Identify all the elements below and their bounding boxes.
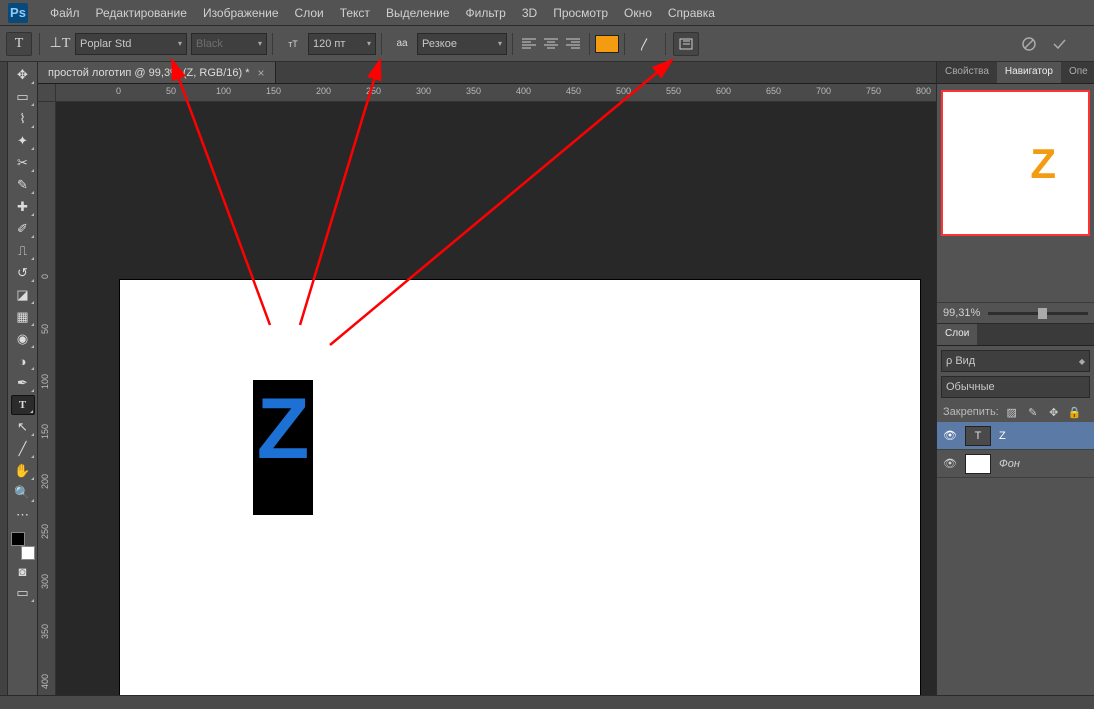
menu-select[interactable]: Выделение [378,2,458,24]
text-layer-box[interactable]: Z [253,380,313,515]
tab-navigator[interactable]: Навигатор [997,62,1061,83]
tool-brush[interactable]: ✐ [11,219,35,239]
layer-name: Фон [999,458,1020,470]
tool-zoom[interactable]: 🔍 [11,483,35,503]
tool-crop[interactable]: ✂ [11,153,35,173]
menu-text[interactable]: Текст [332,2,378,24]
antialias-icon: aа [389,32,415,56]
tab-ops[interactable]: Опе [1061,62,1094,83]
tool-hand[interactable]: ✋ [11,461,35,481]
tool-history[interactable]: ↺ [11,263,35,283]
blend-label: Обычные [946,381,995,393]
cancel-icon[interactable] [1016,32,1042,56]
tool-screenmode[interactable]: ▭ [11,583,35,603]
align-left-icon[interactable] [518,33,540,55]
lock-position-icon[interactable]: ✥ [1046,404,1062,420]
tool-quickmask[interactable]: ◙ [11,561,35,581]
kind-label: Вид [955,355,975,367]
menu-layers[interactable]: Слои [287,2,332,24]
lock-pixels-icon[interactable]: ✎ [1025,404,1041,420]
warp-text-icon[interactable]: 〳 [632,32,658,56]
ruler-horizontal[interactable]: 0501001502002503003504004505005506006507… [56,84,936,102]
menu-view[interactable]: Просмотр [545,2,616,24]
font-family-value: Poplar Std [80,38,131,50]
antialias-value: Резкое [422,38,457,50]
menu-file[interactable]: Файл [42,2,88,24]
chevron-down-icon: ▾ [367,39,371,48]
document-tab-title: простой логотип @ 99,3% (Z, RGB/16) * [48,67,250,79]
layer-thumb-bg [965,454,991,474]
tool-shape[interactable]: ╱ [11,439,35,459]
menu-help[interactable]: Справка [660,2,723,24]
layer-row[interactable]: 👁 Фон [937,450,1094,478]
ruler-vertical[interactable]: 050100150200250300350400 [38,102,56,695]
align-right-icon[interactable] [562,33,584,55]
text-orientation-icon[interactable]: ⊥T [47,32,73,56]
tool-stamp[interactable]: ⎍ [11,241,35,261]
app-logo[interactable]: Ps [8,3,28,23]
color-fgbg[interactable] [11,532,35,560]
font-size-select[interactable]: 120 пт ▾ [308,33,376,55]
font-size-icon: тT [280,32,306,56]
artboard[interactable]: Z [120,280,920,695]
tool-more[interactable]: ⋯ [11,505,35,525]
lock-label: Закрепить: [943,406,999,418]
menu-filter[interactable]: Фильтр [458,2,514,24]
lock-transparent-icon[interactable]: ▨ [1004,404,1020,420]
tool-eraser[interactable]: ◪ [11,285,35,305]
tool-wand[interactable]: ✦ [11,131,35,151]
navigator-letter: Z [1030,140,1056,188]
menu-window[interactable]: Окно [616,2,660,24]
commit-icon[interactable] [1046,32,1072,56]
menu-edit[interactable]: Редактирование [88,2,195,24]
visibility-icon[interactable]: 👁 [943,429,957,442]
tool-preset-icon[interactable]: T [6,32,32,56]
tool-blur[interactable]: ◉ [11,329,35,349]
antialias-select[interactable]: Резкое ▾ [417,33,507,55]
canvas-area: простой логотип @ 99,3% (Z, RGB/16) * × … [38,62,936,695]
zoom-level[interactable]: 99,31% [943,307,980,319]
tools-panel: ✥ ▭ ⌇ ✦ ✂ ✎ ✚ ✐ ⎍ ↺ ◪ ▦ ◉ ◑ ✒ T ↖ ╱ ✋ 🔍 … [8,62,38,695]
layer-thumb-text: T [965,426,991,446]
menu-3d[interactable]: 3D [514,2,545,24]
character-panel-icon[interactable] [673,32,699,56]
lock-all-icon[interactable]: 🔒 [1067,404,1083,420]
canvas-letter: Z [257,386,310,472]
font-style-select[interactable]: Black ▾ [191,33,267,55]
close-icon[interactable]: × [258,66,265,80]
chevron-down-icon: ▾ [498,39,502,48]
font-family-select[interactable]: Poplar Std ▾ [75,33,187,55]
navigator-thumbnail[interactable]: Z [941,90,1090,236]
text-color-swatch[interactable] [595,35,619,53]
document-tab[interactable]: простой логотип @ 99,3% (Z, RGB/16) * × [38,62,276,83]
tool-marquee[interactable]: ▭ [11,87,35,107]
visibility-icon[interactable]: 👁 [943,457,957,470]
layer-kind-select[interactable]: ρ Вид◆ [941,350,1090,372]
tab-properties[interactable]: Свойства [937,62,997,83]
tab-layers[interactable]: Слои [937,324,977,345]
chevron-down-icon: ▾ [178,39,182,48]
font-size-value: 120 пт [313,38,345,50]
tool-pen[interactable]: ✒ [11,373,35,393]
chevron-down-icon: ◆ [1079,357,1085,366]
tool-lasso[interactable]: ⌇ [11,109,35,129]
align-center-icon[interactable] [540,33,562,55]
font-style-value: Black [196,38,223,50]
tool-move[interactable]: ✥ [11,65,35,85]
tool-gradient[interactable]: ▦ [11,307,35,327]
tool-type[interactable]: T [11,395,35,415]
menu-image[interactable]: Изображение [195,2,287,24]
layer-name: Z [999,430,1006,442]
layer-row[interactable]: 👁 T Z [937,422,1094,450]
zoom-slider[interactable] [988,312,1088,315]
blend-mode-select[interactable]: Обычные [941,376,1090,398]
tool-healing[interactable]: ✚ [11,197,35,217]
chevron-down-icon: ▾ [258,39,262,48]
tool-path[interactable]: ↖ [11,417,35,437]
tool-dodge[interactable]: ◑ [11,351,35,371]
tool-eyedropper[interactable]: ✎ [11,175,35,195]
